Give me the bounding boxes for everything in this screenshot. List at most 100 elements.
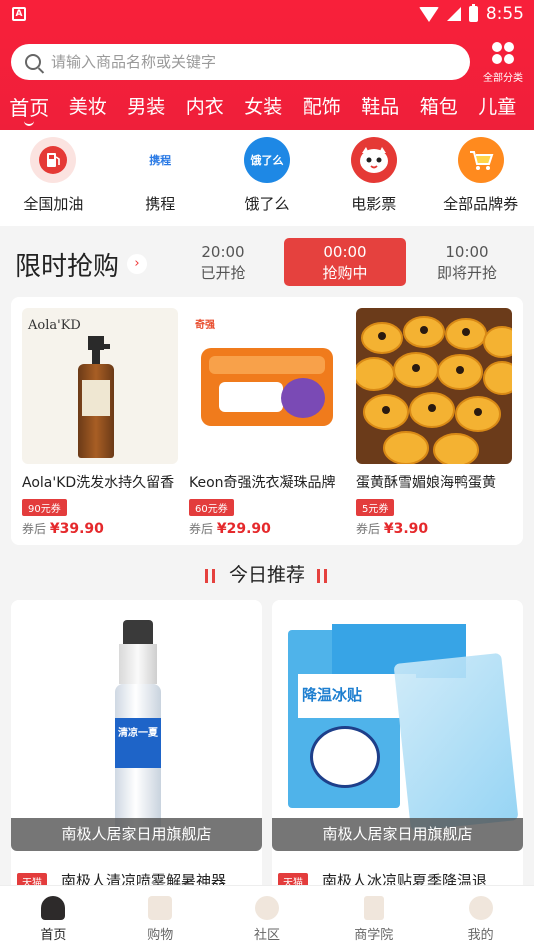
- search-bar[interactable]: [11, 44, 470, 80]
- nav-shopping[interactable]: 购物: [107, 886, 214, 950]
- recommend-card[interactable]: 清凉一夏 南极人居家日用旗舰店 天猫 南极人清凉喷雾解暑神器: [11, 600, 262, 900]
- service-label: 携程: [145, 195, 176, 213]
- price: ¥3.90: [383, 521, 429, 537]
- ctrip-icon: 携程: [137, 137, 184, 183]
- status-bar: A 8:55: [0, 0, 534, 30]
- product-image-shampoo: Aola'KD: [22, 308, 178, 464]
- price-label: 券后: [22, 522, 47, 536]
- cart-icon: [457, 137, 504, 183]
- recommend-card[interactable]: 降温冰贴 南极人居家日用旗舰店 天猫 南极人冰凉贴夏季降温退: [272, 600, 523, 900]
- service-ctrip[interactable]: 携程 携程: [107, 130, 214, 226]
- nav-label: 商学院: [354, 928, 394, 943]
- flash-sale-title[interactable]: 限时抢购: [15, 246, 119, 283]
- service-fuel[interactable]: 全国加油: [0, 130, 107, 226]
- decor-bars-icon: [317, 568, 329, 583]
- tab-shoes[interactable]: 鞋品: [351, 92, 410, 126]
- battery-icon: [468, 4, 478, 22]
- price: ¥29.90: [216, 521, 271, 537]
- nav-label: 社区: [253, 928, 280, 943]
- price: ¥39.90: [49, 521, 104, 537]
- search-icon: [25, 54, 41, 70]
- coupon-badge: 5元券: [356, 499, 395, 516]
- slot-time: 10:00: [445, 243, 489, 261]
- services-row: 全国加油 携程 携程 饿了么 饿了么 电影票 全部品牌券: [0, 130, 534, 226]
- product-name: Keon奇强洗衣凝珠品牌: [189, 475, 336, 491]
- slot-status: 即将开抢: [436, 264, 497, 282]
- tab-beauty[interactable]: 美妆: [59, 92, 118, 126]
- nav-label: 首页: [40, 928, 67, 943]
- movie-icon: [350, 137, 397, 183]
- product-image-pastry: [356, 308, 512, 464]
- slot-time: 00:00: [323, 243, 367, 261]
- nav-community[interactable]: 社区: [214, 886, 321, 950]
- shop-name: 南极人居家日用旗舰店: [11, 818, 262, 851]
- flash-item[interactable]: Aola'KD Aola'KD洗发水持久留香 90元券 券后 ¥39.90: [22, 308, 178, 537]
- status-time: 8:55: [485, 4, 524, 24]
- price-label: 券后: [189, 522, 214, 536]
- flash-item[interactable]: 奇强 Keon奇强洗衣凝珠品牌 60元券 券后 ¥29.90: [189, 308, 345, 537]
- service-movie[interactable]: 电影票: [320, 130, 427, 226]
- profile-icon: [468, 896, 493, 920]
- nav-academy[interactable]: 商学院: [320, 886, 427, 950]
- tab-accessories[interactable]: 配饰: [293, 92, 352, 126]
- flash-slot-active[interactable]: 00:00 抢购中: [284, 238, 406, 286]
- book-icon: [363, 896, 384, 920]
- recommend-heading: 今日推荐: [0, 560, 534, 587]
- service-label: 饿了么: [244, 195, 290, 213]
- tab-underwear[interactable]: 内衣: [176, 92, 235, 126]
- product-image-cooling-patch: 降温冰贴: [272, 600, 523, 851]
- service-label: 全国加油: [23, 195, 84, 213]
- coupon-badge: 90元券: [22, 499, 67, 516]
- flash-item[interactable]: 蛋黄酥雪媚娘海鸭蛋黄 5元券 券后 ¥3.90: [356, 308, 512, 537]
- wifi-icon: [418, 6, 439, 22]
- category-tabs: 首页 美妆 男装 内衣 女装 配饰 鞋品 箱包 儿童: [0, 92, 534, 126]
- service-label: 全部品牌券: [443, 195, 519, 213]
- bag-icon: [148, 896, 173, 920]
- grid-icon: [492, 42, 514, 64]
- slot-time: 20:00: [201, 243, 245, 261]
- all-categories-label: 全部分类: [483, 73, 523, 84]
- eleme-logo-text: 饿了么: [250, 154, 284, 167]
- ctrip-logo-text: 携程: [149, 154, 172, 167]
- service-eleme[interactable]: 饿了么 饿了么: [214, 130, 321, 226]
- flash-slot-upcoming[interactable]: 10:00 即将开抢: [406, 238, 528, 286]
- eleme-icon: 饿了么: [243, 137, 290, 183]
- bottom-nav: 首页 购物 社区 商学院 我的: [0, 885, 534, 950]
- tab-kids[interactable]: 儿童: [468, 92, 527, 126]
- service-label: 电影票: [351, 195, 397, 213]
- flash-sale-card: Aola'KD Aola'KD洗发水持久留香 90元券 券后 ¥39.90 奇强…: [11, 297, 523, 545]
- shop-name: 南极人居家日用旗舰店: [272, 818, 523, 851]
- app-notification-icon: A: [12, 7, 26, 21]
- product-text: 清凉一夏: [118, 728, 158, 739]
- nav-home[interactable]: 首页: [0, 886, 107, 950]
- service-all-brand-coupons[interactable]: 全部品牌券: [427, 130, 534, 226]
- tab-bags[interactable]: 箱包: [410, 92, 469, 126]
- brand-text: 奇强: [195, 320, 215, 331]
- signal-icon: [446, 7, 461, 21]
- slot-status: 已开抢: [200, 264, 246, 282]
- decor-bars-icon: [204, 568, 217, 583]
- slot-status: 抢购中: [322, 264, 368, 282]
- flash-slot-started[interactable]: 20:00 已开抢: [162, 238, 284, 286]
- home-icon: [41, 896, 66, 920]
- tab-menswear[interactable]: 男装: [117, 92, 176, 126]
- tab-womenswear[interactable]: 女装: [234, 92, 293, 126]
- header: A 8:55 全部分类 首页 美妆 男装 内衣 女装 配饰 鞋品 箱包 儿童: [0, 0, 534, 130]
- nav-profile[interactable]: 我的: [427, 886, 534, 950]
- brand-text: Aola'KD: [28, 318, 81, 333]
- product-name: Aola'KD洗发水持久留香: [22, 475, 175, 491]
- community-icon: [254, 896, 279, 920]
- coupon-badge: 60元券: [189, 499, 234, 516]
- search-input[interactable]: [51, 53, 431, 71]
- nav-label: 购物: [147, 928, 174, 943]
- price-label: 券后: [356, 522, 381, 536]
- chevron-right-icon[interactable]: ›: [127, 254, 147, 274]
- recommend-title: 今日推荐: [228, 564, 305, 586]
- tab-home[interactable]: 首页: [0, 92, 59, 126]
- nav-label: 我的: [467, 928, 494, 943]
- product-name: 蛋黄酥雪媚娘海鸭蛋黄: [356, 475, 496, 491]
- all-categories-button[interactable]: 全部分类: [478, 42, 528, 84]
- product-image-detergent: 奇强: [189, 308, 345, 464]
- product-image-cooling-spray: 清凉一夏: [11, 600, 262, 851]
- flash-sale-header: 限时抢购 › 20:00 已开抢 00:00 抢购中 10:00 即将开抢: [0, 228, 534, 296]
